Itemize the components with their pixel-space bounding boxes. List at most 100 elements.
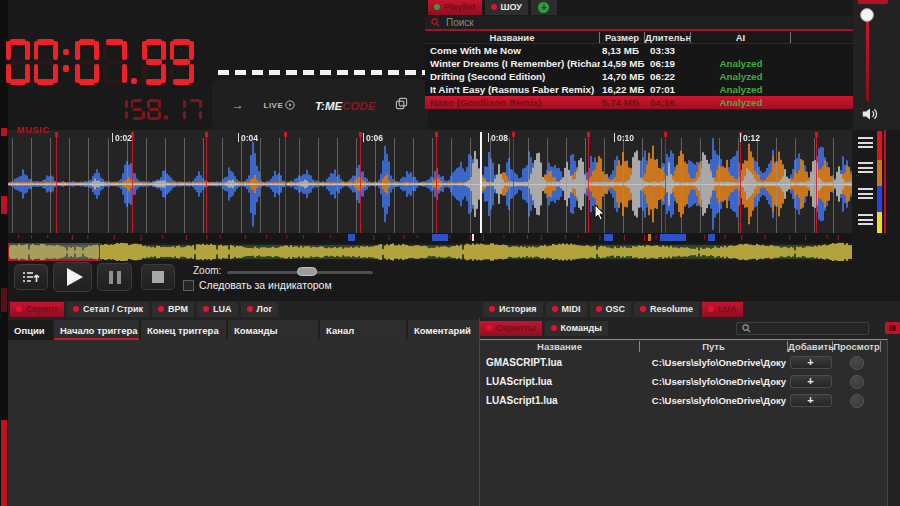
volume-slider[interactable]	[866, 16, 869, 101]
follow-checkbox[interactable]	[183, 280, 194, 291]
zoom-slider-handle[interactable]	[297, 267, 317, 276]
time-label: 0:06	[366, 133, 383, 143]
view-script-radio[interactable]	[850, 356, 864, 370]
time-label: 0:04	[241, 133, 258, 143]
waveform-display[interactable]	[8, 130, 852, 233]
secondary-display	[114, 99, 205, 120]
layer-menu-icon[interactable]	[858, 137, 873, 148]
tab-status-dot	[434, 4, 440, 10]
script-tab-4[interactable]: Лог	[241, 302, 279, 317]
search-icon	[742, 324, 751, 333]
layer-row	[858, 188, 873, 199]
volume-value-label	[858, 0, 888, 4]
layer-row	[858, 162, 873, 173]
column-header: Просмотр	[833, 341, 881, 352]
script-row: GMASCRIPT.luaC:\Users\slyfo\OneDrive\Док…	[480, 353, 887, 372]
goto-arrow-button[interactable]: →	[232, 98, 244, 112]
playlist-tab-0[interactable]: Playlist	[428, 0, 482, 15]
time-label: 0:02	[115, 133, 132, 143]
layer-color-bar	[877, 160, 882, 186]
play-button[interactable]	[53, 262, 92, 292]
column-header: Путь	[640, 341, 788, 352]
playlist-row[interactable]: Naxo (Gordlixon Remix)5,74 МБ04:16Analyz…	[425, 96, 853, 109]
segment-digit	[75, 39, 99, 85]
tab-status-dot	[551, 325, 557, 331]
playlist-tab-1[interactable]: ШОУ	[485, 0, 528, 15]
tab-status-dot	[158, 306, 164, 312]
duplicate-window-button[interactable]	[395, 96, 408, 114]
lua-subtab-1[interactable]: Команды	[545, 321, 608, 336]
script-tab-2[interactable]: BPM	[152, 302, 194, 317]
live-button[interactable]: LIVE	[264, 100, 296, 110]
tab-status-dot	[486, 325, 492, 331]
add-script-button[interactable]: +	[790, 375, 832, 388]
script-panel: СкриптСетап / СтрикBPMLUAЛог ОпцииНачало…	[8, 301, 479, 506]
lua-action-button[interactable]	[885, 322, 900, 334]
script-tab-1[interactable]: Сетап / Стрик	[67, 302, 149, 317]
search-icon	[431, 18, 440, 27]
tab-status-dot	[489, 306, 495, 312]
tab-status-dot	[203, 306, 209, 312]
segment-digit	[170, 39, 194, 85]
segment-digit	[34, 39, 58, 85]
script-tab-3[interactable]: LUA	[197, 302, 238, 317]
column-header	[791, 32, 853, 43]
queue-button[interactable]	[14, 264, 48, 290]
panel-divider	[479, 318, 480, 506]
column-header: AI	[691, 32, 791, 43]
playlist-header: НазваниеРазмерДлительнAI	[425, 31, 853, 44]
add-script-button[interactable]: +	[790, 356, 832, 369]
tab-status-dot	[596, 306, 602, 312]
segment-digit	[188, 99, 202, 120]
lua-search-input[interactable]	[736, 322, 869, 335]
search-input[interactable]: Поиск	[425, 16, 853, 31]
playlist-row[interactable]: Come With Me Now8,13 МБ03:33	[425, 44, 853, 57]
speaker-icon[interactable]	[861, 106, 879, 122]
segment-digit	[103, 39, 127, 85]
tab-status-dot	[73, 306, 79, 312]
overview-waveform[interactable]	[8, 233, 852, 261]
queue-icon	[22, 269, 40, 285]
lua-subtab-0[interactable]: Скрипты	[480, 321, 542, 336]
playlist-panel: PlaylistШОУ+ Поиск НазваниеРазмерДлитель…	[425, 0, 853, 130]
lua-tab-1[interactable]: MIDI	[546, 302, 587, 317]
add-playlist-button[interactable]: +	[531, 0, 557, 15]
layer-menu-icon[interactable]	[858, 214, 873, 225]
layer-menu-icon[interactable]	[858, 162, 873, 173]
lua-scripts-table: НазваниеПутьДобавитьПросмотр GMASCRIPT.l…	[479, 339, 888, 506]
live-play-icon	[285, 100, 295, 110]
segment-digit	[142, 39, 166, 85]
column-header	[881, 341, 887, 352]
view-script-radio[interactable]	[850, 394, 864, 408]
pause-button[interactable]	[97, 263, 132, 291]
segment-digit	[147, 99, 161, 120]
tab-status-dot	[247, 306, 253, 312]
lua-tab-2[interactable]: OSC	[590, 302, 632, 317]
playlist-row[interactable]: Drifting (Second Edition)14,70 МБ06:22An…	[425, 70, 853, 83]
trigger-column-header: Начало триггера	[54, 320, 139, 340]
segment-colon	[61, 39, 72, 85]
script-tab-0[interactable]: Скрипт	[10, 302, 64, 317]
playlist-row[interactable]: Winter Dreams (I Remember) (Richard Earn…	[425, 57, 853, 70]
playlist-row[interactable]: It Ain't Easy (Rasmus Faber Remix)16,22 …	[425, 83, 853, 96]
layer-color-bar	[877, 212, 882, 233]
lua-tab-0[interactable]: История	[483, 302, 543, 317]
trigger-column-header: Команды	[228, 320, 318, 340]
layer-color-bar	[877, 131, 882, 160]
segment-digit	[114, 99, 128, 120]
tab-status-dot	[552, 306, 558, 312]
trigger-column-header: Канал	[320, 320, 406, 340]
view-script-radio[interactable]	[850, 375, 864, 389]
layer-menu-icon[interactable]	[858, 188, 873, 199]
duplicate-icon	[395, 97, 408, 110]
column-header: Длительн	[645, 32, 691, 43]
add-script-button[interactable]: +	[790, 394, 832, 407]
script-row: LUAScript.luaC:\Users\slyfo\OneDrive\Док…	[480, 372, 887, 391]
lua-table-header: НазваниеПутьДобавитьПросмотр	[480, 340, 887, 353]
lua-tab-4[interactable]: LUA	[702, 302, 743, 317]
tab-status-dot	[708, 306, 714, 312]
lua-tab-3[interactable]: Resolume	[634, 302, 699, 317]
volume-slider-knob[interactable]	[860, 8, 874, 22]
stop-button[interactable]	[141, 264, 175, 290]
column-header: Добавить	[788, 341, 833, 352]
